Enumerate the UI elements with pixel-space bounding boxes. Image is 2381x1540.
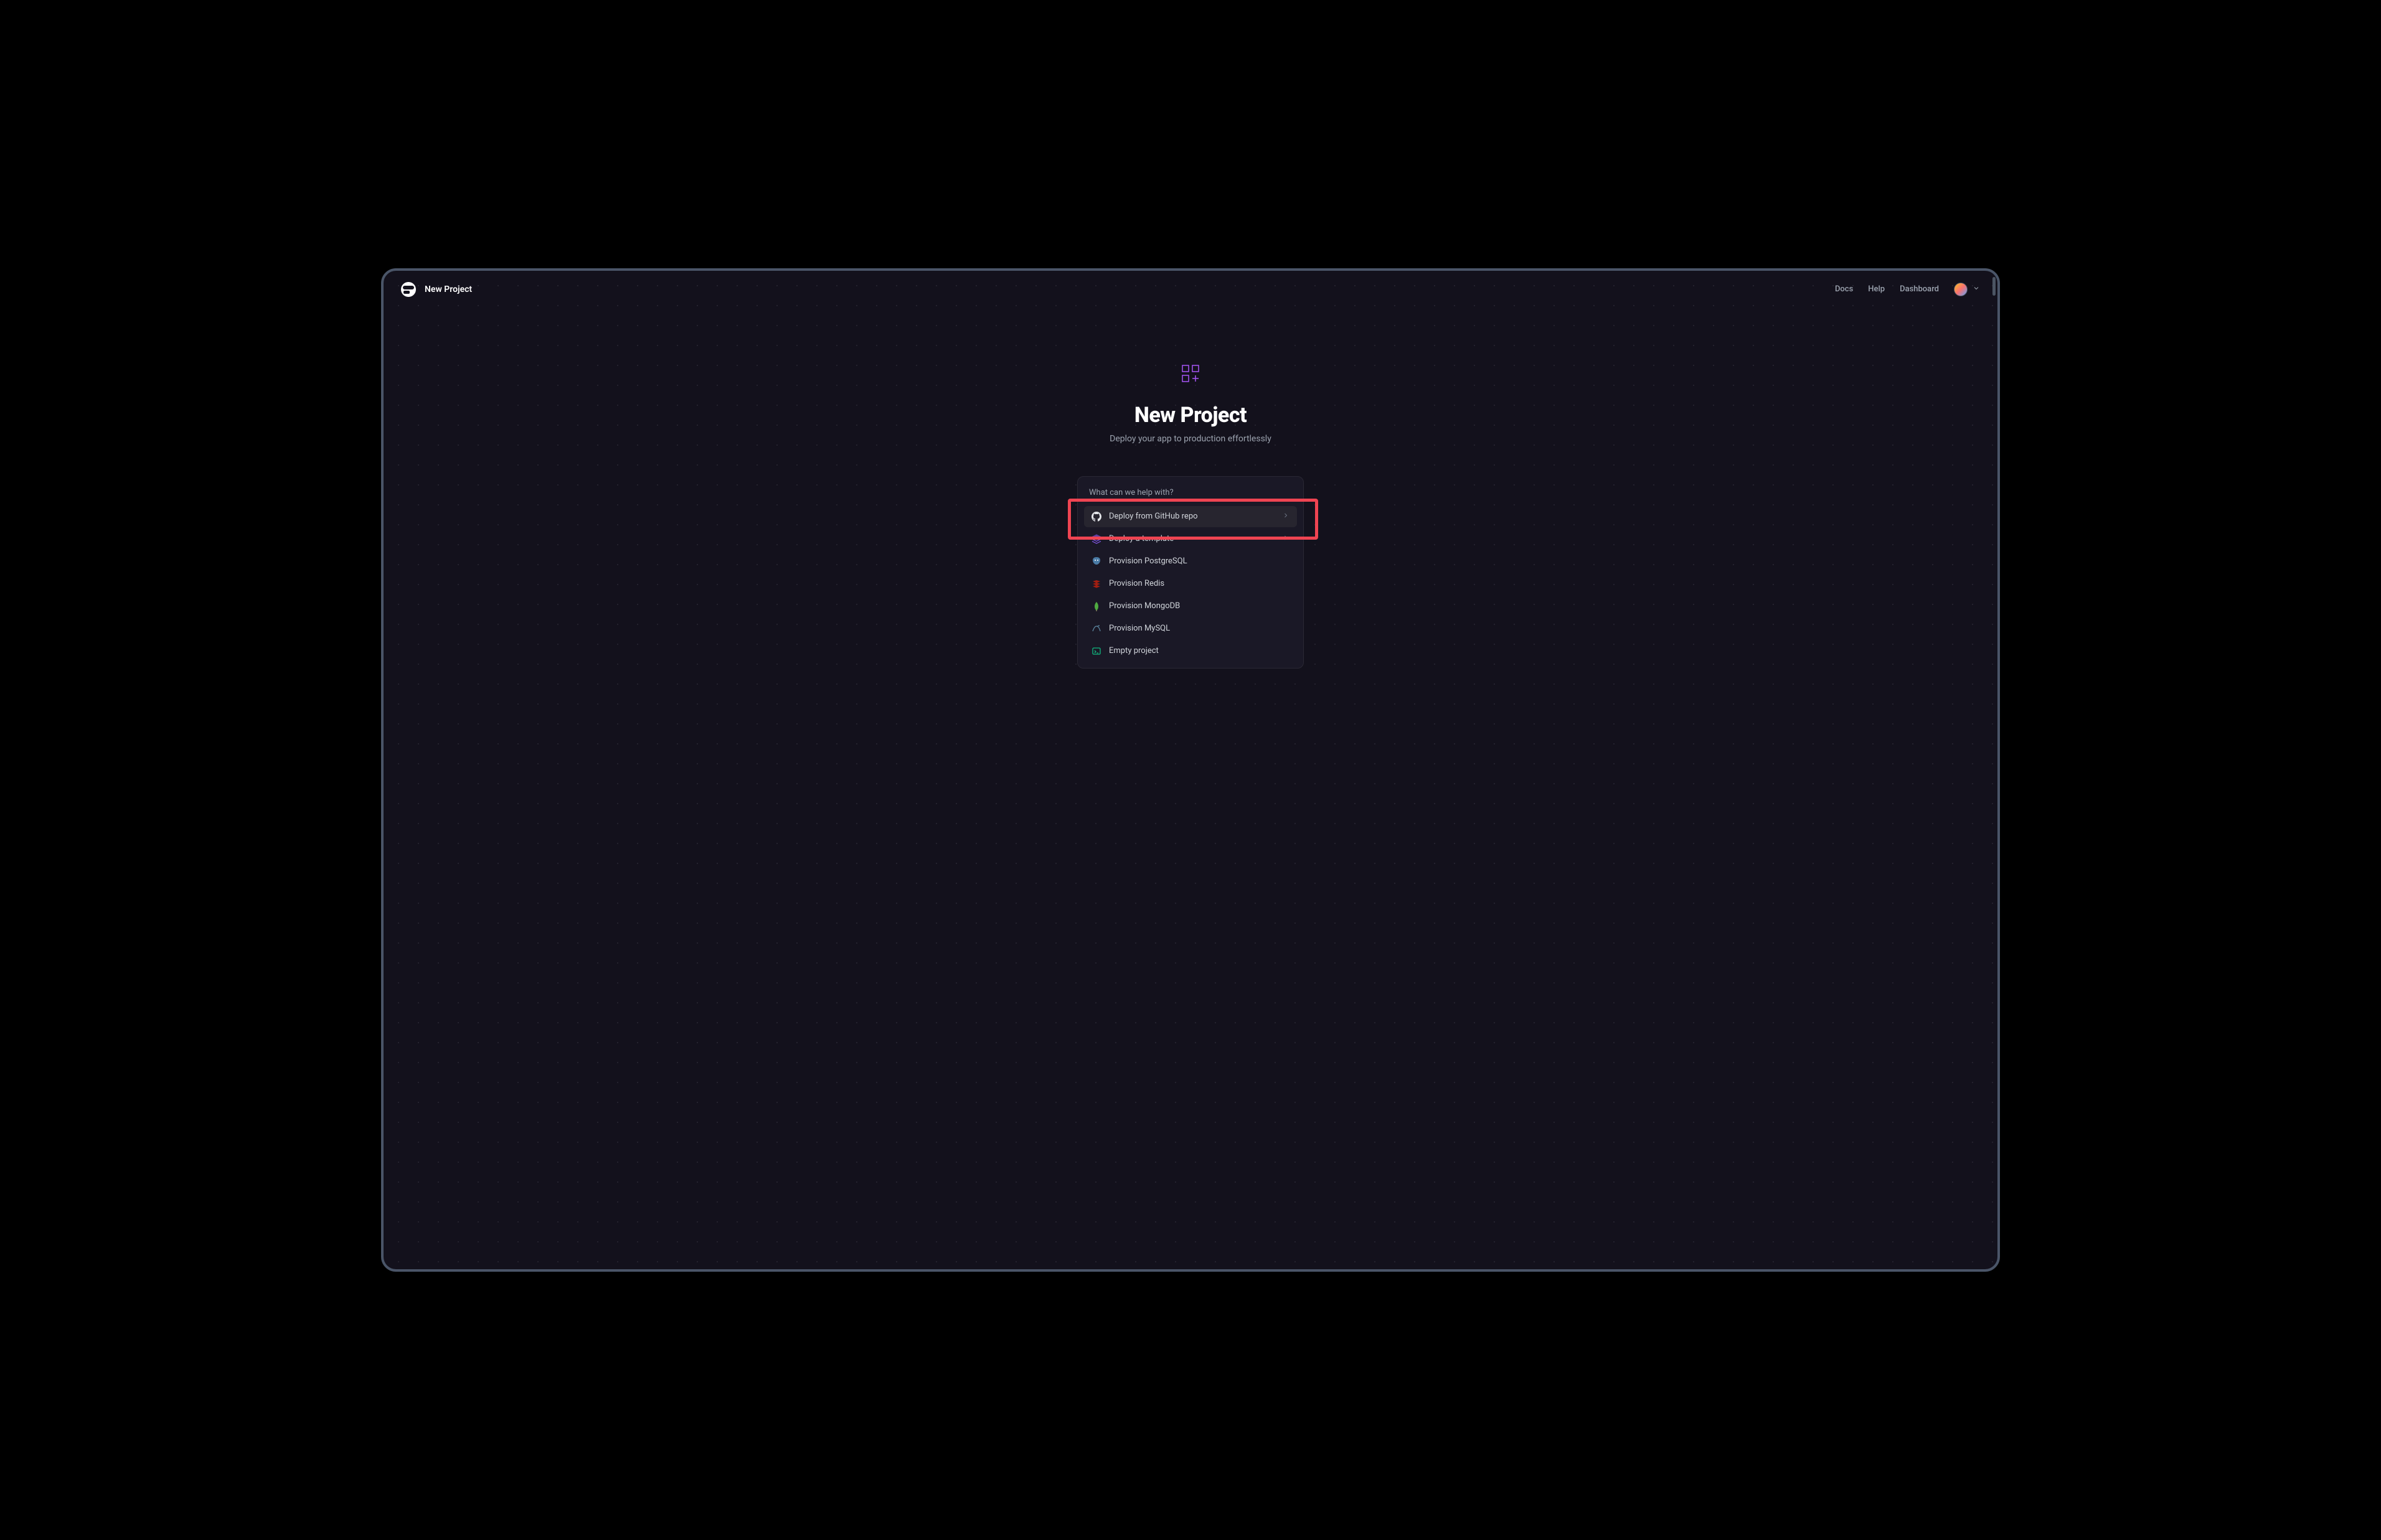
header-left: New Project bbox=[401, 282, 472, 297]
options-panel: What can we help with? Deploy from GitHu… bbox=[1077, 476, 1304, 669]
nav-dashboard[interactable]: Dashboard bbox=[1900, 284, 1939, 294]
avatar-icon bbox=[1954, 283, 1968, 296]
new-project-grid-icon bbox=[1181, 364, 1200, 385]
header-right: Docs Help Dashboard bbox=[1835, 283, 1980, 296]
option-label: Empty project bbox=[1109, 646, 1290, 655]
nav-docs[interactable]: Docs bbox=[1835, 284, 1853, 294]
option-label: Provision MongoDB bbox=[1109, 601, 1290, 611]
mongodb-icon bbox=[1091, 601, 1101, 611]
chevron-right-icon bbox=[1282, 512, 1290, 522]
github-icon bbox=[1091, 512, 1101, 522]
option-mongodb[interactable]: Provision MongoDB bbox=[1084, 596, 1297, 617]
page-title: New Project bbox=[1134, 403, 1247, 428]
breadcrumb-title: New Project bbox=[425, 284, 472, 294]
main-content: New Project Deploy your app to productio… bbox=[384, 308, 1997, 669]
header-bar: New Project Docs Help Dashboard bbox=[384, 271, 1997, 308]
postgresql-icon bbox=[1091, 556, 1101, 566]
option-label: Deploy a template bbox=[1109, 534, 1275, 543]
option-label: Provision PostgreSQL bbox=[1109, 556, 1290, 566]
page-subtitle: Deploy your app to production effortless… bbox=[1110, 434, 1271, 444]
chevron-down-icon bbox=[1973, 284, 1980, 294]
option-list: Deploy from GitHub repo Deploy a template… bbox=[1084, 506, 1297, 662]
option-postgresql[interactable]: Provision PostgreSQL bbox=[1084, 551, 1297, 572]
chevron-right-icon bbox=[1282, 534, 1290, 544]
option-empty-project[interactable]: Empty project bbox=[1084, 641, 1297, 662]
option-label: Provision MySQL bbox=[1109, 624, 1290, 633]
user-menu[interactable] bbox=[1954, 283, 1980, 296]
option-label: Provision Redis bbox=[1109, 579, 1290, 588]
template-icon bbox=[1091, 534, 1101, 544]
mysql-icon bbox=[1091, 624, 1101, 634]
option-github[interactable]: Deploy from GitHub repo bbox=[1084, 506, 1297, 527]
option-template[interactable]: Deploy a template bbox=[1084, 528, 1297, 550]
app-logo-icon[interactable] bbox=[401, 282, 416, 297]
empty-project-icon bbox=[1091, 646, 1101, 656]
redis-icon bbox=[1091, 579, 1101, 589]
option-label: Deploy from GitHub repo bbox=[1109, 512, 1275, 521]
nav-help[interactable]: Help bbox=[1868, 284, 1885, 294]
panel-prompt: What can we help with? bbox=[1084, 486, 1297, 506]
option-mysql[interactable]: Provision MySQL bbox=[1084, 618, 1297, 639]
app-window: New Project Docs Help Dashboard New bbox=[381, 268, 2000, 1272]
option-redis[interactable]: Provision Redis bbox=[1084, 573, 1297, 594]
